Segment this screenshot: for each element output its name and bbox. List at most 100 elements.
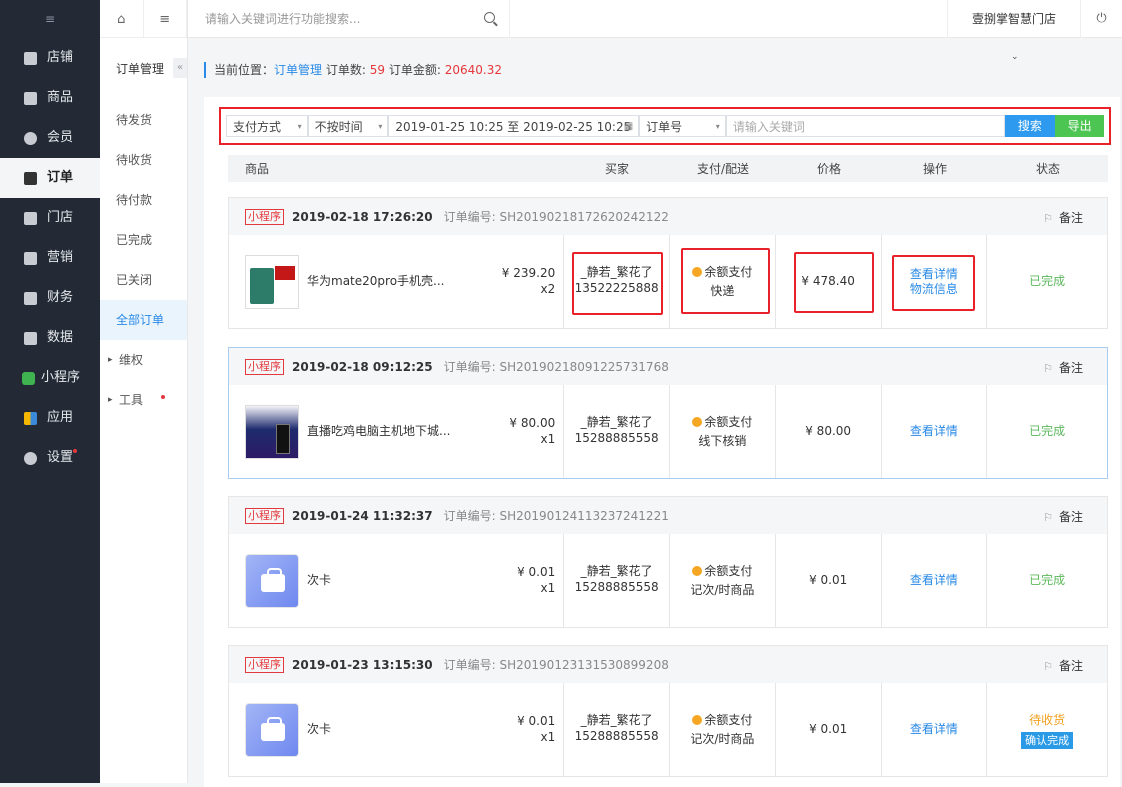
sub-item-rights[interactable]: 维权 (100, 340, 187, 380)
product-image[interactable] (245, 404, 299, 459)
product-image[interactable] (245, 702, 299, 757)
product-name[interactable]: 直播吃鸡电脑主机地下城... (307, 422, 450, 441)
quantity: x2 (540, 282, 556, 296)
sub-item-pending-ship[interactable]: 待发货 (100, 100, 187, 140)
search-button[interactable]: 搜索 (1004, 115, 1056, 137)
delivery-method: 线下核销 (698, 433, 747, 448)
date-range-input[interactable]: 2019-01-25 10:25 至 2019-02-25 10:25 ▦ (388, 115, 640, 137)
order-header: 小程序 2019-01-23 13:15:30 订单编号: SH20190123… (229, 646, 1107, 683)
sidebar-item-store[interactable]: 店铺 (0, 38, 100, 78)
sidebar-item-member[interactable]: 会员 (0, 118, 100, 158)
field-select[interactable]: 订单号 ▾ (639, 115, 726, 137)
annotation-box (794, 252, 874, 313)
sub-item-tools[interactable]: 工具 (100, 380, 187, 420)
sidebar-item-shop[interactable]: 门店 (0, 198, 100, 238)
keyword-input[interactable]: 请输入关键词 (725, 115, 1005, 137)
order-count-label: 订单数: (325, 63, 366, 77)
sidebar-item-label: 门店 (47, 210, 74, 225)
search-icon[interactable] (484, 11, 495, 23)
sub-item-pending-receive[interactable]: 待收货 (100, 140, 187, 180)
home-icon[interactable]: ⌂ (100, 0, 144, 38)
function-search-input[interactable]: 请输入关键词进行功能搜索... (188, 0, 510, 38)
actions-cell: 查看详情 (882, 534, 988, 627)
sub-item-all-orders[interactable]: 全部订单 (100, 300, 187, 340)
time-mode-select[interactable]: 不按时间 ▾ (307, 115, 389, 137)
search-placeholder: 请输入关键词进行功能搜索... (205, 12, 361, 26)
sidebar-item-label: 商品 (47, 90, 74, 105)
sidebar-item-marketing[interactable]: 营销 (0, 238, 100, 278)
view-detail-link[interactable]: 查看详情 (910, 573, 958, 588)
order-body: 次卡 ¥ 0.01 x1 _静若_繁花了 15288885558 余额支付 记次/时商… (229, 683, 1107, 776)
buyer-name: _静若_繁花了 (580, 414, 653, 429)
buyer-cell: _静若_繁花了 15288885558 (564, 683, 670, 776)
note-label: 备注 (1058, 510, 1083, 524)
marketing-icon (24, 251, 37, 265)
power-icon[interactable]: ⏻ (1080, 0, 1122, 38)
annotation-box (572, 252, 663, 315)
product-image[interactable] (245, 553, 299, 608)
sub-item-closed[interactable]: 已关闭 (100, 260, 187, 300)
table-header: 商品 买家 支付/配送 价格 操作 状态 (228, 155, 1108, 182)
note-button[interactable]: ⚐ 备注 (1043, 508, 1083, 525)
view-detail-link[interactable]: 查看详情 (910, 424, 958, 439)
column-header-goods: 商品 (245, 162, 270, 176)
product-image[interactable] (245, 254, 299, 309)
note-button[interactable]: ⚐ 备注 (1043, 359, 1083, 376)
payment-cell: 余额支付 记次/时商品 (670, 683, 776, 776)
product-name[interactable]: 次卡 (307, 571, 331, 590)
sub-item-label: 工具 (119, 393, 144, 407)
collapse-icon[interactable]: « (173, 58, 187, 78)
goods-cell: 直播吃鸡电脑主机地下城... ¥ 80.00 x1 (229, 385, 565, 478)
sidebar-item-order[interactable]: 订单 (0, 158, 100, 198)
breadcrumb-current[interactable]: 订单管理 (274, 63, 322, 77)
shop-name[interactable]: 壹捌掌智慧门店 (946, 0, 1080, 38)
order-icon (24, 171, 37, 185)
shop-icon (24, 211, 37, 225)
sub-item-pending-pay[interactable]: 待付款 (100, 180, 187, 220)
flag-icon: ⚐ (1043, 511, 1053, 524)
coin-icon (692, 565, 703, 576)
price-cell: ¥ 0.01 (776, 534, 882, 627)
sidebar-item-settings[interactable]: 设置 (0, 438, 100, 478)
export-button[interactable]: 导出 (1055, 115, 1105, 137)
product-price: ¥ 0.01 x1 (517, 564, 555, 596)
payment-cell: 余额支付 线下核销 (670, 385, 776, 478)
sub-item-completed[interactable]: 已完成 (100, 220, 187, 260)
order-total: ¥ 0.01 (809, 722, 848, 736)
status-cell: 已完成 (987, 235, 1107, 328)
column-header-price: 价格 (816, 162, 841, 176)
delivery-method: 记次/时商品 (690, 731, 755, 746)
sidebar-item-label: 应用 (47, 410, 74, 425)
buyer-phone: 15288885558 (574, 579, 659, 594)
order-no-label: 订单编号: (443, 658, 500, 672)
calendar-icon: ▦ (623, 120, 634, 132)
sidebar-item-label: 营销 (47, 250, 74, 265)
sidebar-toggle-icon[interactable]: ≡ (0, 0, 100, 38)
chevron-down-icon[interactable]: ⌄ (1011, 52, 1019, 62)
order-date: 2019-01-24 11:32:37 (292, 508, 433, 523)
miniprogram-icon (22, 371, 35, 385)
pay-method-select[interactable]: 支付方式 ▾ (226, 115, 308, 137)
source-badge: 小程序 (245, 656, 284, 673)
buyer-name: _静若_繁花了 (580, 563, 653, 578)
unit-price: ¥ 239.20 (501, 266, 556, 280)
sidebar-item-data[interactable]: 数据 (0, 318, 100, 358)
order-card: 小程序 2019-01-23 13:15:30 订单编号: SH20190123… (228, 645, 1108, 777)
confirm-complete-button[interactable]: 确认完成 (1021, 731, 1074, 749)
column-header-actions: 操作 (922, 162, 947, 176)
sidebar-item-goods[interactable]: 商品 (0, 78, 100, 118)
order-body: 华为mate20pro手机壳... ¥ 239.20 x2 _静若_繁花了 1352… (229, 235, 1107, 328)
menu-icon[interactable]: ≡ (144, 0, 187, 38)
sidebar-item-miniprogram[interactable]: 小程序 (0, 358, 100, 398)
sidebar-item-apps[interactable]: 应用 (0, 398, 100, 438)
buyer-phone: 15288885558 (574, 430, 659, 445)
note-button[interactable]: ⚐ 备注 (1043, 657, 1083, 674)
status-cell: 待收货 确认完成 (987, 683, 1107, 776)
view-detail-link[interactable]: 查看详情 (910, 722, 958, 737)
note-button[interactable]: ⚐ 备注 (1043, 209, 1083, 226)
coin-icon (692, 714, 703, 725)
unit-price: ¥ 0.01 (517, 565, 556, 579)
sidebar-item-finance[interactable]: 财务 (0, 278, 100, 318)
product-name[interactable]: 华为mate20pro手机壳... (307, 272, 444, 291)
product-name[interactable]: 次卡 (307, 720, 331, 739)
